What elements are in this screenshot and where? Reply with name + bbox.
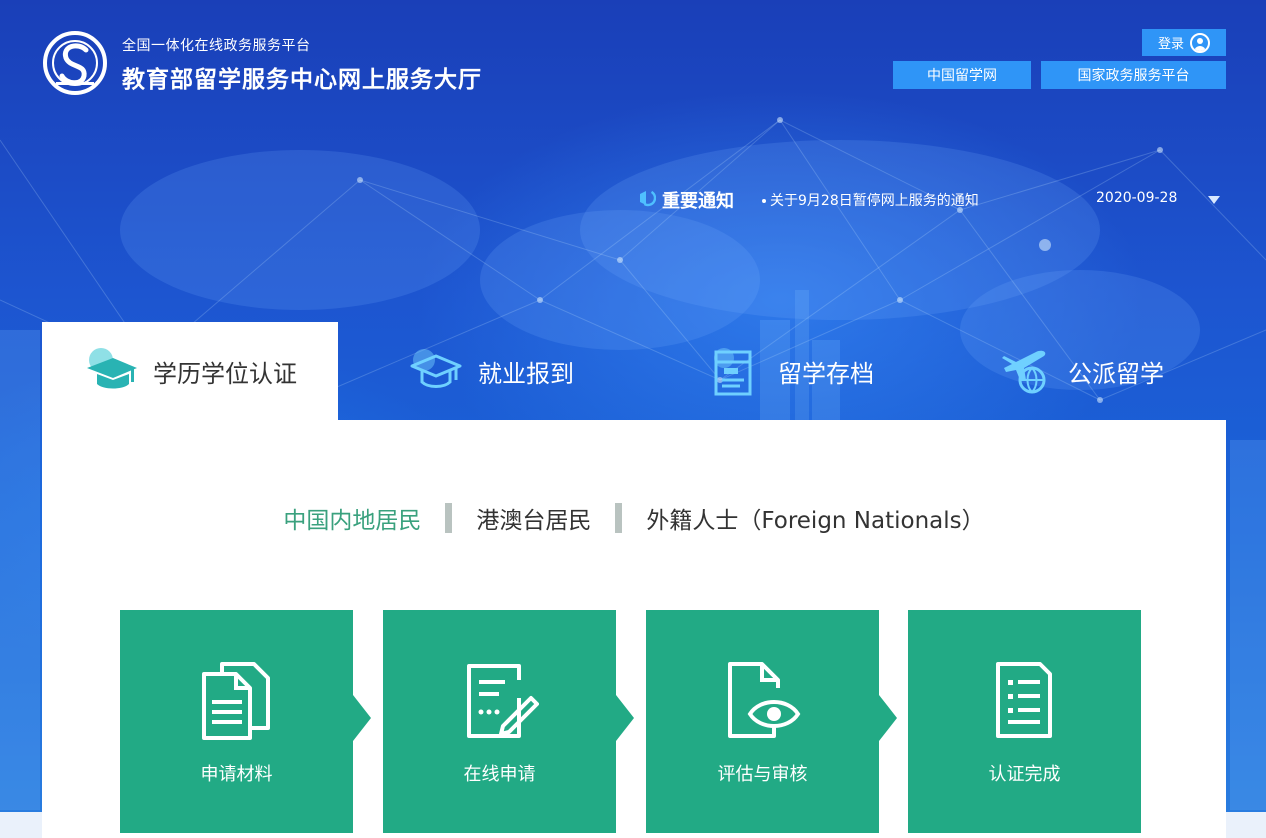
login-button[interactable]: 登录 [1142, 29, 1226, 56]
notice-link[interactable]: 关于9月28日暂停网上服务的通知 [770, 190, 979, 210]
tab-employment-registration[interactable]: 就业报到 [408, 322, 574, 420]
mortarboard-outline-icon [410, 349, 462, 388]
tab-label: 留学存档 [778, 359, 874, 388]
step-certification-complete[interactable]: 认证完成 [908, 610, 1141, 833]
subnav-divider [445, 503, 453, 533]
step-arrow-icon [879, 695, 897, 741]
chevron-down-icon[interactable] [1207, 194, 1221, 206]
step-label: 认证完成 [988, 764, 1061, 785]
checklist-icon [996, 662, 1052, 738]
notice-bullet [762, 199, 766, 203]
step-application-materials[interactable]: 申请材料 [120, 610, 353, 833]
step-label: 在线申请 [463, 764, 536, 785]
login-label: 登录 [1157, 37, 1184, 52]
edit-form-icon [467, 664, 539, 738]
subnav-divider [615, 503, 623, 533]
step-arrow-icon [353, 695, 371, 741]
subnav-hk-macao-taiwan-residents[interactable]: 港澳台居民 [476, 501, 591, 535]
tab-government-sponsored-study[interactable]: 公派留学 [998, 322, 1164, 420]
plane-globe-icon [1002, 350, 1046, 394]
site-title: 教育部留学服务中心网上服务大厅 [122, 67, 482, 93]
subnav-foreign-nationals[interactable]: 外籍人士（Foreign Nationals） [646, 501, 984, 535]
notice-date: 2020-09-28 [1096, 190, 1178, 206]
step-evaluation-review[interactable]: 评估与审核 [646, 610, 879, 833]
tab-label: 学历学位认证 [153, 359, 297, 388]
step-arrow-icon [616, 695, 634, 741]
documents-icon [202, 662, 270, 740]
link-gov-service-platform[interactable]: 国家政务服务平台 [1041, 61, 1226, 89]
link-cscse[interactable]: 中国留学网 [893, 61, 1031, 89]
tab-label: 就业报到 [478, 359, 574, 388]
tab-degree-certification[interactable]: 学历学位认证 [42, 322, 338, 420]
resident-type-nav: 中国内地居民 港澳台居民 外籍人士（Foreign Nationals） [42, 498, 1226, 538]
step-online-application[interactable]: 在线申请 [383, 610, 616, 833]
content-panel: 中国内地居民 港澳台居民 外籍人士（Foreign Nationals） 申请材… [42, 420, 1226, 838]
graduation-cap-icon [87, 348, 137, 389]
platform-subtitle: 全国一体化在线政务服务平台 [122, 38, 311, 54]
subnav-mainland-residents[interactable]: 中国内地居民 [283, 501, 421, 535]
notice-label: 重要通知 [662, 191, 734, 212]
user-icon [1190, 32, 1210, 53]
step-label: 评估与审核 [717, 764, 808, 785]
document-eye-icon [728, 662, 801, 738]
megaphone-icon [639, 189, 656, 207]
tab-label: 公派留学 [1068, 359, 1164, 388]
tab-study-abroad-archive[interactable]: 留学存档 [708, 322, 874, 420]
step-label: 申请材料 [200, 764, 273, 785]
ministry-logo-icon [43, 31, 107, 95]
archive-document-icon [714, 348, 752, 396]
